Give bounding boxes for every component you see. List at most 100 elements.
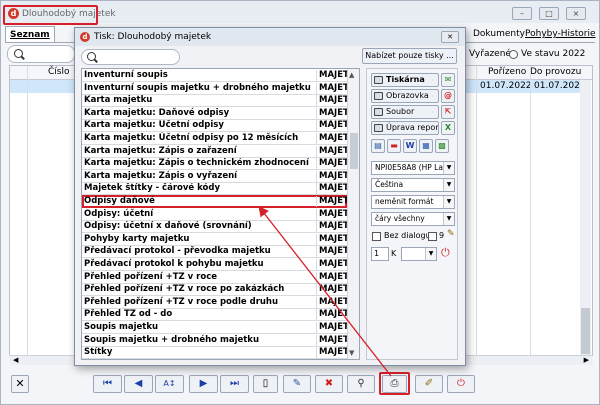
list-item[interactable]: Odpisy: účetní MAJETE (82, 208, 347, 221)
radio-ve-stavu[interactable] (509, 50, 518, 59)
tiskarna-button[interactable]: Tiskárna (371, 73, 439, 87)
list-scroll-thumb[interactable] (350, 133, 358, 169)
first-record-icon[interactable]: ⏮ (93, 375, 122, 393)
scroll-down-icon[interactable]: ▼ (349, 349, 354, 357)
list-item[interactable]: Karta majetku: Účetní odpisy MAJETE (82, 119, 347, 133)
list-item[interactable]: Karta majetku: Zápis o vyřazení MAJETE (82, 170, 347, 183)
tab-dokumenty[interactable]: Dokumenty (469, 26, 529, 43)
lines-select[interactable]: čáry všechny ▼ (371, 212, 455, 226)
uprava-reportu-button[interactable]: Úprava repor (371, 121, 439, 135)
report-group: MAJETE (316, 158, 347, 170)
filter-icon[interactable]: ⚲ (347, 375, 375, 393)
maximize-button[interactable]: □ (539, 7, 559, 20)
scroll-up-icon[interactable]: ▲ (349, 71, 354, 79)
language-select[interactable]: Čeština ▼ (371, 178, 455, 192)
list-item[interactable]: Karta majetku MAJETE (82, 94, 347, 108)
dialog-title: Tisk: Dlouhodobý majetek (94, 32, 212, 42)
list-item[interactable]: Inventurní soupis majetku + drobného maj… (82, 82, 347, 95)
k-select[interactable]: ▼ (401, 247, 437, 261)
export-icon[interactable]: ⇱ (441, 105, 455, 119)
copies-value: 1 (374, 249, 380, 258)
list-vertical-scrollbar[interactable]: ▲ ▼ (347, 69, 359, 359)
grid-scroll-thumb[interactable] (581, 308, 590, 354)
chevron-down-icon: ▼ (443, 179, 454, 191)
format-select-value: neměnit formát (375, 197, 434, 206)
brush-icon[interactable]: ✎ (447, 229, 455, 239)
dialog-search-input[interactable] (81, 49, 180, 65)
excel-icon[interactable]: X (441, 121, 455, 135)
list-item[interactable]: Přehled TZ od - do MAJETE (82, 308, 347, 322)
dialog-close-icon[interactable]: ✕ (441, 31, 459, 43)
last-record-icon[interactable]: ⏭ (220, 375, 249, 393)
report-group: MAJETE (316, 284, 347, 296)
chevron-down-icon: ▼ (425, 248, 436, 260)
format-select[interactable]: neměnit formát ▼ (371, 195, 455, 209)
list-item[interactable]: Soupis majetku MAJETE (82, 321, 347, 334)
power-icon[interactable]: ⏻ (441, 246, 450, 260)
col-porizeno[interactable]: Pořízeno (488, 67, 526, 77)
report-group: MAJETE (316, 196, 347, 207)
list-item[interactable]: Štítky MAJETE (82, 346, 347, 360)
send-icon[interactable]: ✉ (441, 73, 455, 87)
col-cislo[interactable]: Číslo (48, 67, 69, 77)
delete-record-icon[interactable]: ✖ (315, 375, 343, 393)
col-do-provozu[interactable]: Do provozu (530, 67, 581, 77)
list-item[interactable]: Přehled pořízení +TZ v roce podle druhu M… (82, 296, 347, 309)
list-item[interactable]: Karta majetku: Zápis o technickém zhodno… (82, 157, 347, 171)
report-list[interactable]: ŠtítkyMAJETESoupis majetku + drobného ma… (81, 68, 360, 360)
list-item[interactable]: Přehled pořízení +TZ v roce MAJETE (82, 271, 347, 284)
report-group: MAJETE (316, 347, 347, 359)
scroll-left-icon[interactable]: ◀ (13, 356, 18, 364)
report-group: MAJETE (316, 145, 347, 157)
chevron-down-icon: ▼ (443, 213, 454, 225)
list-item[interactable]: Odpisy daňové MAJETE (82, 195, 347, 208)
report-name: Odpisy daňové (84, 196, 155, 206)
grid-vertical-scrollbar[interactable] (580, 80, 591, 364)
new-record-icon[interactable]: ▯ (253, 375, 278, 393)
close-button[interactable]: × (566, 7, 586, 20)
tools-icon[interactable]: ✐ (415, 375, 443, 393)
report-name: Odpisy: účetní x daňové (srovnání) (84, 221, 252, 232)
edit-record-icon[interactable]: ✎ (283, 375, 311, 393)
list-item[interactable]: Karta majetku: Daňové odpisy MAJETE (82, 107, 347, 120)
sort-icon[interactable]: A↕ (155, 375, 184, 393)
obrazovka-button[interactable]: Obrazovka (371, 89, 439, 103)
tab-seznam[interactable]: Seznam (5, 26, 55, 43)
grid-divider (476, 66, 477, 364)
report-group: MAJETE (316, 183, 347, 195)
previous-record-icon[interactable]: ◀ (124, 375, 153, 393)
list-item[interactable]: Odpisy: účetní x daňové (srovnání) MAJETE (82, 220, 347, 234)
list-item[interactable]: Karta majetku: Účetní odpisy po 12 měsíc… (82, 132, 347, 145)
nabizet-button[interactable]: Nabízet pouze tisky ... (362, 48, 457, 64)
scroll-right-icon[interactable]: ▶ (584, 356, 589, 364)
bez-dialogu-checkbox[interactable] (372, 232, 381, 241)
power-icon[interactable]: ⏻ (447, 375, 475, 393)
pdf-icon[interactable]: ▬ (387, 139, 401, 153)
list-item[interactable]: Karta majetku: Zápis o zařazení MAJETE (82, 145, 347, 158)
list-item[interactable]: Majetek štítky - čárové kódy MAJETE (82, 182, 347, 196)
soubor-button[interactable]: Soubor (371, 105, 439, 119)
list-item[interactable]: Předávací protokol - převodka majetku MAJ… (82, 245, 347, 259)
template-icon[interactable]: ▤ (371, 139, 385, 153)
k-label: K (391, 249, 397, 258)
report-name: Karta majetku: Účetní odpisy po 12 měsíc… (84, 133, 299, 143)
word-icon[interactable]: W (403, 139, 417, 153)
close-x-icon[interactable]: ✕ (11, 375, 29, 393)
tab-pohyby-historie[interactable]: Pohyby-Historie (521, 26, 600, 43)
image-icon[interactable]: ▦ (419, 139, 433, 153)
minimize-button[interactable]: – (512, 7, 532, 20)
list-item[interactable]: Předávací protokol k pohybu majetku MAJET… (82, 258, 347, 271)
next-record-icon[interactable]: ▶ (189, 375, 218, 393)
email-icon[interactable]: @ (441, 89, 455, 103)
copies-stepper[interactable]: 1 (371, 247, 389, 261)
print-options-panel: Tiskárna ✉ Obrazovka @ Soubor ⇱ Úprava r… (366, 68, 458, 360)
spreadsheet-icon[interactable]: ▩ (435, 139, 449, 153)
list-item[interactable]: Inventurní soupis MAJETE (82, 69, 347, 82)
print-highlight (379, 372, 410, 395)
main-search-input[interactable] (7, 45, 75, 63)
list-item[interactable]: Pohyby karty majetku MAJETE (82, 233, 347, 246)
list-item[interactable]: Přehled pořízení +TZ v roce po zakázkách… (82, 283, 347, 297)
printer-select[interactable]: NPI0E58A8 (HP Lase ▼ (371, 161, 455, 175)
list-item[interactable]: Soupis majetku + drobného majetku MAJETE (82, 334, 347, 347)
copies-checkbox[interactable] (428, 232, 437, 241)
